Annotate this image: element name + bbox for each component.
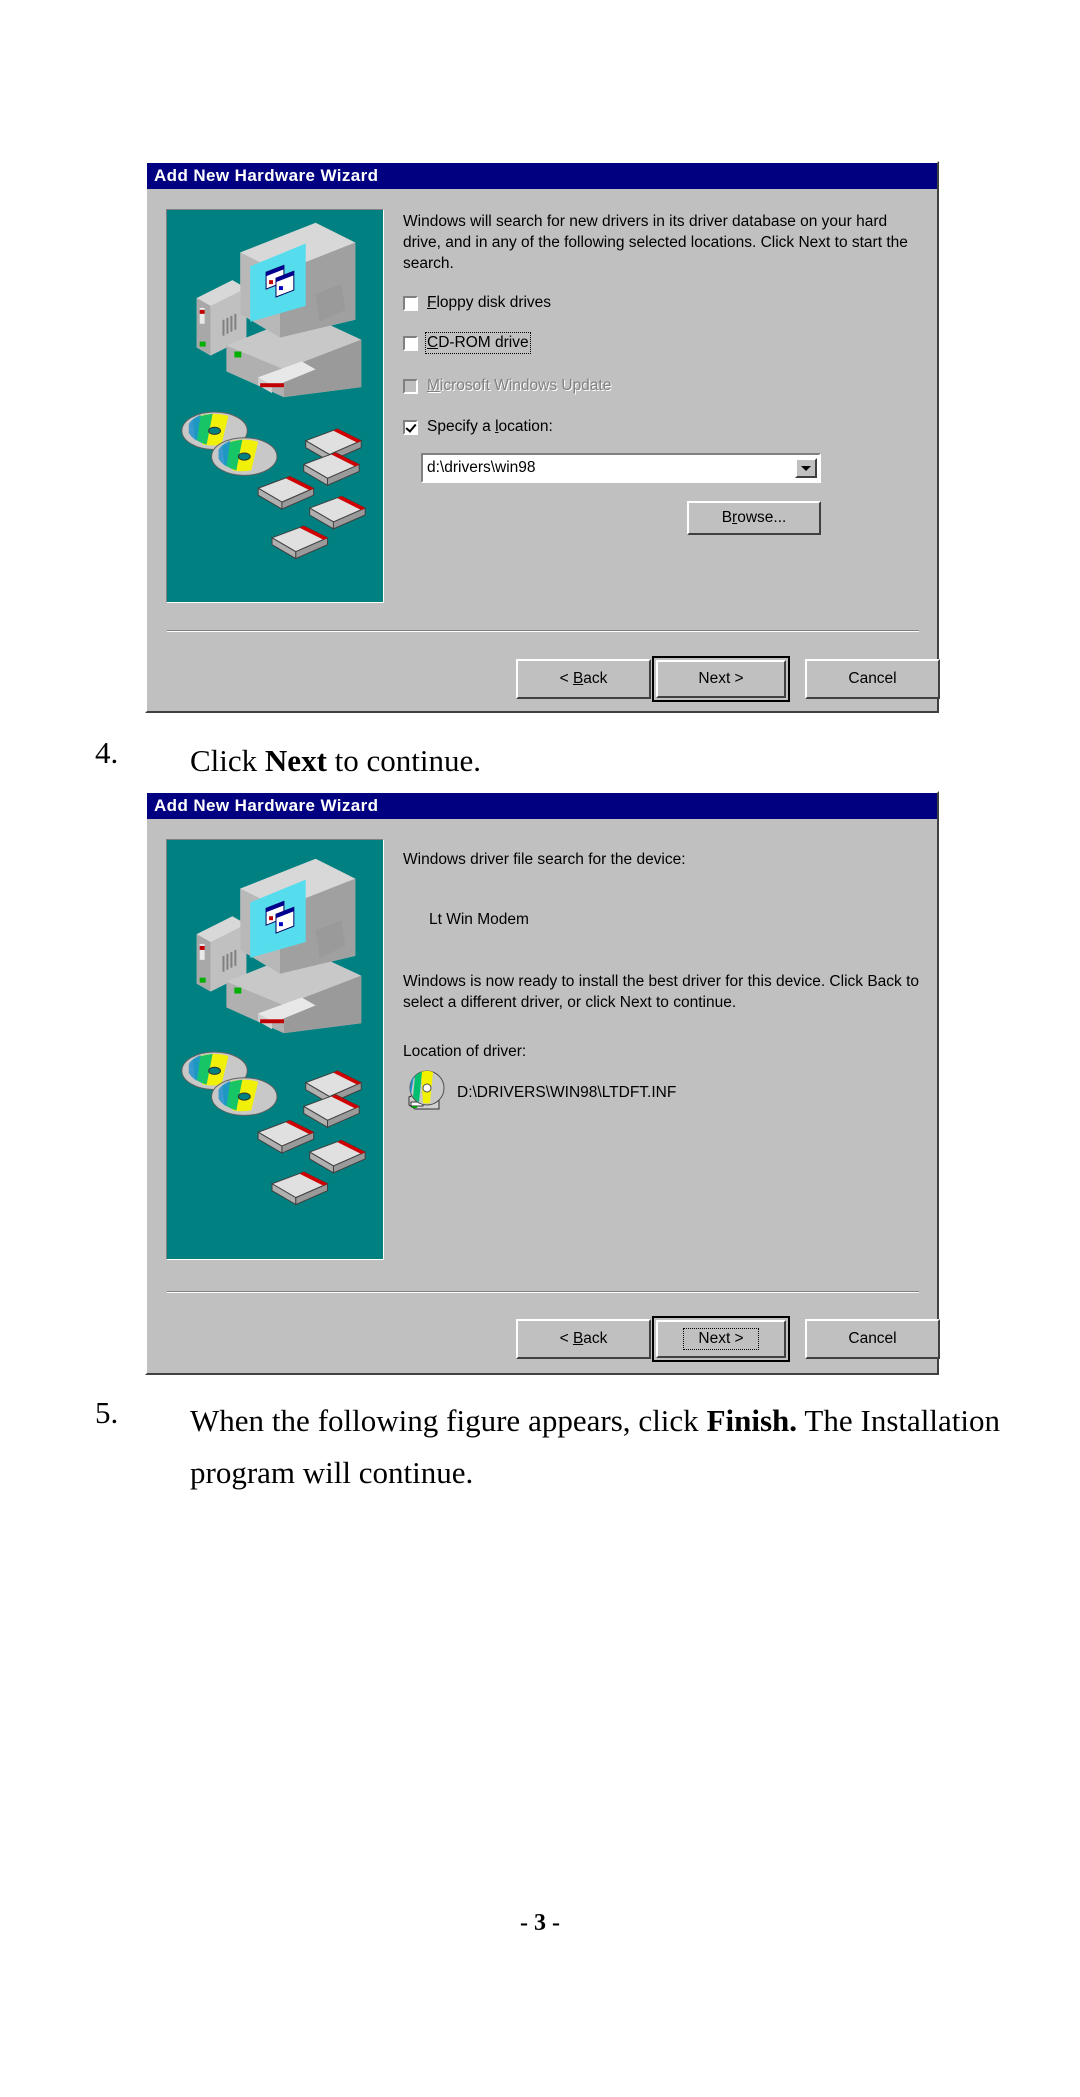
checkbox-row-cd-rom-drive[interactable]: CD-ROM drive bbox=[403, 332, 531, 354]
browse-button[interactable]: Browse... bbox=[687, 501, 821, 535]
computer-and-media-illustration-2 bbox=[167, 840, 383, 1259]
computer-and-media-illustration bbox=[167, 210, 383, 602]
back-button-2-label: < Back bbox=[559, 1330, 608, 1347]
step-5-text-before: When the following figure appears, click bbox=[190, 1403, 707, 1438]
checkbox-row-microsoft-windows-update: Microsoft Windows Update bbox=[403, 377, 611, 395]
step-4-text-before: Click bbox=[190, 743, 265, 778]
step-4-text: Click Next to continue. bbox=[190, 735, 990, 787]
wizard-illustration-panel-1 bbox=[166, 209, 384, 603]
next-button-2-inner: Next > bbox=[656, 1320, 786, 1358]
step-5-text: When the following figure appears, click… bbox=[190, 1395, 1000, 1499]
dialog-2-title: Add New Hardware Wizard bbox=[154, 796, 379, 815]
dialog-2-ready-text: Windows is now ready to install the best… bbox=[403, 973, 920, 1011]
cancel-button-2-label: Cancel bbox=[848, 1330, 897, 1347]
dialog-1-title: Add New Hardware Wizard bbox=[154, 166, 379, 185]
add-new-hardware-wizard-dialog-2[interactable]: Add New Hardware Wizard Windows driver f… bbox=[145, 791, 940, 1375]
next-button-1-label: Next > bbox=[698, 670, 744, 687]
back-button-2[interactable]: < Back bbox=[516, 1319, 651, 1359]
checkbox-label-specify-a-location: Specify a location: bbox=[427, 418, 553, 435]
dialog-2-device-name: Lt Win Modem bbox=[429, 911, 529, 928]
dialog-1-separator bbox=[167, 630, 919, 632]
next-button-1[interactable]: Next > bbox=[652, 656, 790, 702]
step-5-text-bold: Finish. bbox=[706, 1403, 798, 1438]
back-button-1-label: < Back bbox=[559, 670, 608, 687]
next-button-1-inner: Next > bbox=[656, 660, 786, 698]
dialog-2-search-label: Windows driver file search for the devic… bbox=[403, 851, 686, 868]
back-button-1[interactable]: < Back bbox=[516, 659, 651, 699]
cdrom-drive-icon bbox=[405, 1069, 449, 1113]
cancel-button-2[interactable]: Cancel bbox=[805, 1319, 940, 1359]
add-new-hardware-wizard-dialog-1[interactable]: Add New Hardware Wizard Windows will sea… bbox=[145, 161, 940, 713]
checkbox-label-floppy-disk-drives: Floppy disk drives bbox=[427, 294, 552, 311]
cdrom-drive-icon-svg bbox=[408, 1070, 445, 1110]
dialog-1-instruction-text: Windows will search for new drivers in i… bbox=[403, 213, 908, 272]
step-4-text-bold: Next bbox=[264, 743, 327, 778]
checkbox-cd-rom-drive[interactable] bbox=[403, 335, 418, 351]
dialog-2-separator bbox=[167, 1291, 919, 1293]
checkbox-microsoft-windows-update bbox=[403, 378, 418, 394]
checkbox-floppy-disk-drives[interactable] bbox=[403, 295, 418, 311]
cancel-button-1[interactable]: Cancel bbox=[805, 659, 940, 699]
checkbox-row-specify-a-location[interactable]: Specify a location: bbox=[403, 418, 553, 436]
checkbox-row-floppy-disk-drives[interactable]: Floppy disk drives bbox=[403, 294, 551, 312]
page-number: - 3 - bbox=[520, 1910, 560, 1936]
next-button-2[interactable]: Next > bbox=[652, 1316, 790, 1362]
step-4-text-after: to continue. bbox=[326, 743, 482, 778]
step-5-number: 5. bbox=[95, 1395, 119, 1430]
step-4-number: 4. bbox=[95, 735, 119, 770]
dialog-1-titlebar[interactable]: Add New Hardware Wizard bbox=[147, 163, 937, 189]
wizard-illustration-panel-2 bbox=[166, 839, 384, 1260]
checkbox-label-cd-rom-drive: CD-ROM drive bbox=[425, 332, 531, 354]
next-button-2-label: Next > bbox=[683, 1328, 759, 1350]
dialog-2-driver-path: D:\DRIVERS\WIN98\LTDFT.INF bbox=[457, 1084, 677, 1101]
dialog-2-titlebar[interactable]: Add New Hardware Wizard bbox=[147, 793, 937, 819]
checkbox-label-microsoft-windows-update: Microsoft Windows Update bbox=[427, 377, 612, 394]
cancel-button-1-label: Cancel bbox=[848, 670, 897, 687]
browse-button-label: Browse... bbox=[721, 509, 787, 526]
dialog-2-location-label: Location of driver: bbox=[403, 1043, 527, 1060]
location-combobox[interactable]: d:\drivers\win98 bbox=[421, 453, 821, 483]
checkbox-specify-a-location[interactable] bbox=[403, 419, 418, 435]
chevron-down-icon[interactable] bbox=[795, 458, 817, 478]
location-combobox-value[interactable]: d:\drivers\win98 bbox=[423, 459, 795, 477]
